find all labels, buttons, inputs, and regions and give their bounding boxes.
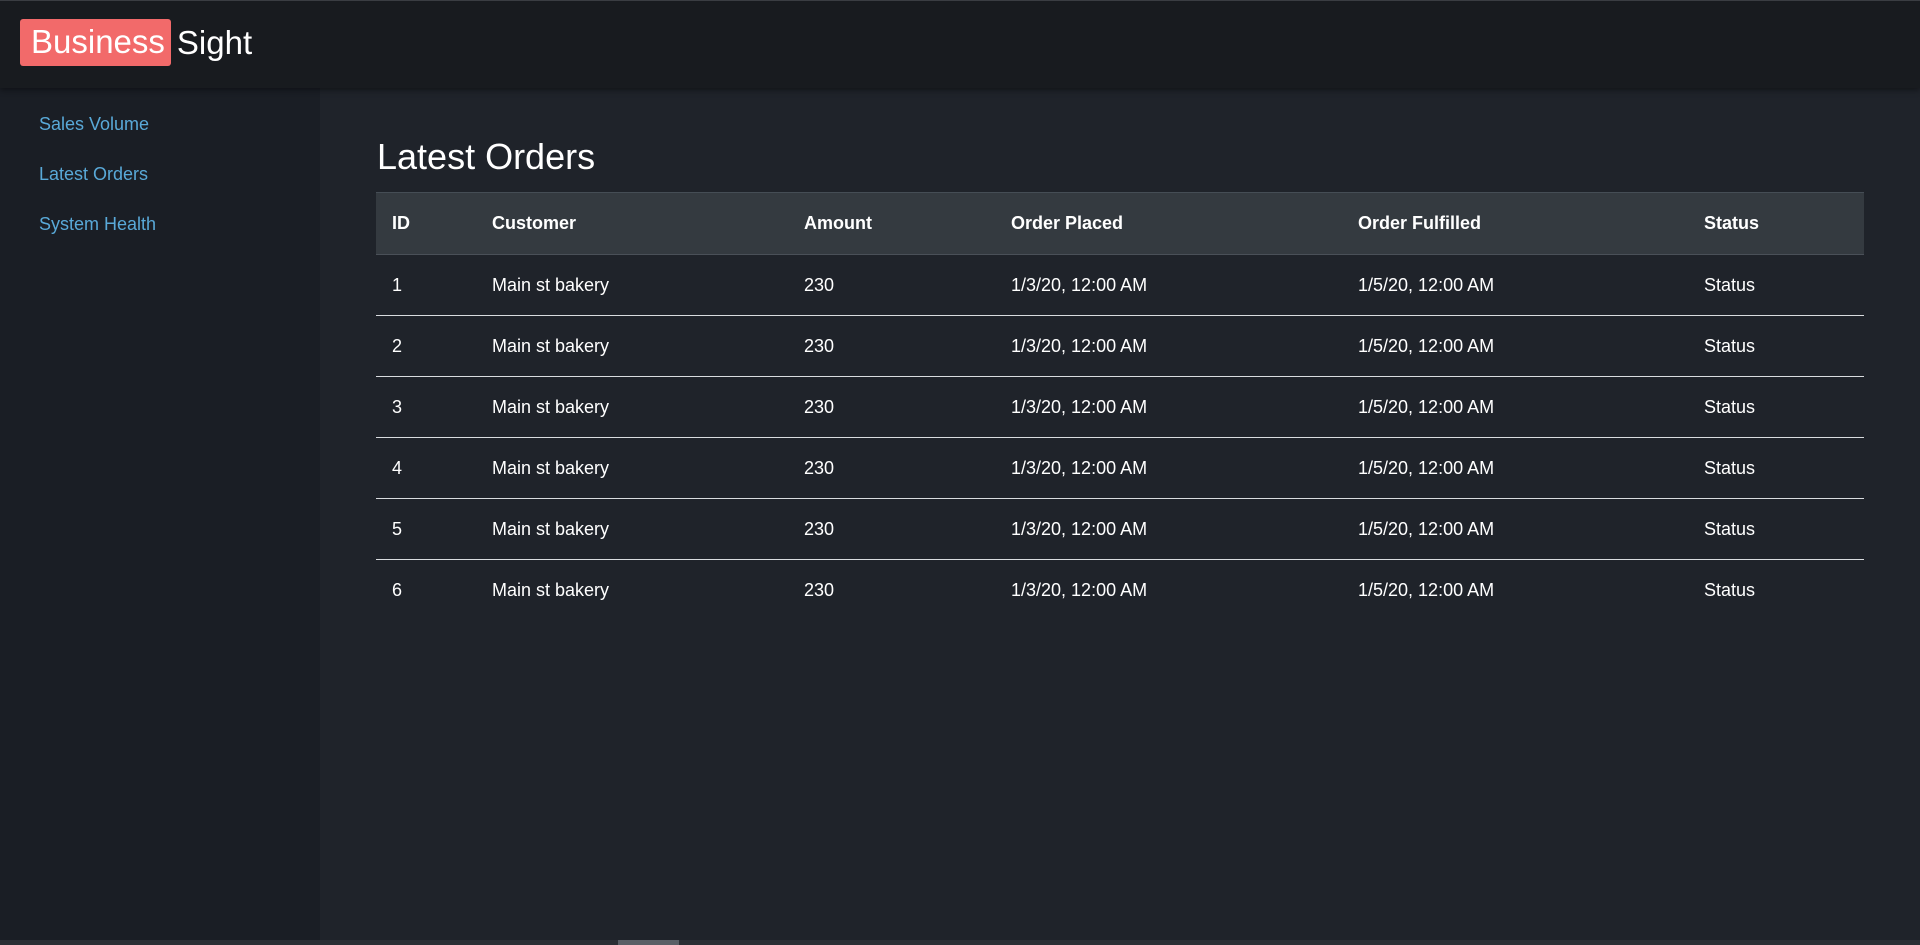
cell-status: Status bbox=[1688, 254, 1864, 316]
cell-order-placed: 1/3/20, 12:00 AM bbox=[995, 437, 1342, 499]
cell-status: Status bbox=[1688, 315, 1864, 377]
sidebar: Sales Volume Latest Orders System Health bbox=[0, 88, 320, 940]
cell-order-fulfilled: 1/5/20, 12:00 AM bbox=[1342, 254, 1688, 316]
cell-id: 1 bbox=[376, 254, 476, 316]
brand-highlight-text: Business bbox=[20, 19, 171, 66]
cell-amount: 230 bbox=[788, 376, 995, 438]
column-header-customer: Customer bbox=[476, 192, 788, 255]
sidebar-item-latest-orders[interactable]: Latest Orders bbox=[39, 164, 148, 185]
top-navbar: Business Sight bbox=[0, 0, 1920, 88]
cell-status: Status bbox=[1688, 376, 1864, 438]
cell-id: 4 bbox=[376, 437, 476, 499]
table-body: 1 Main st bakery 230 1/3/20, 12:00 AM 1/… bbox=[376, 254, 1864, 621]
cell-amount: 230 bbox=[788, 315, 995, 377]
column-header-status: Status bbox=[1688, 192, 1864, 255]
cell-customer: Main st bakery bbox=[476, 498, 788, 560]
cell-id: 3 bbox=[376, 376, 476, 438]
table-row: 4 Main st bakery 230 1/3/20, 12:00 AM 1/… bbox=[376, 437, 1864, 499]
main-content: Latest Orders ID Customer Amount Order P… bbox=[320, 88, 1920, 940]
cell-order-fulfilled: 1/5/20, 12:00 AM bbox=[1342, 376, 1688, 438]
horizontal-scrollbar[interactable] bbox=[0, 940, 1920, 945]
sidebar-item-sales-volume[interactable]: Sales Volume bbox=[39, 114, 149, 135]
cell-amount: 230 bbox=[788, 498, 995, 560]
cell-customer: Main st bakery bbox=[476, 376, 788, 438]
cell-order-placed: 1/3/20, 12:00 AM bbox=[995, 376, 1342, 438]
cell-id: 6 bbox=[392, 579, 403, 600]
cell-amount: 230 bbox=[788, 437, 995, 499]
cell-id: 5 bbox=[376, 498, 476, 560]
cell-order-fulfilled: 1/5/20, 12:00 AM bbox=[1358, 579, 1495, 600]
scrollbar-thumb[interactable] bbox=[618, 940, 679, 945]
column-header-order-placed: Order Placed bbox=[995, 192, 1342, 255]
cell-status: Status bbox=[1688, 437, 1864, 499]
page-title: Latest Orders bbox=[377, 136, 596, 177]
column-header-id: ID bbox=[376, 192, 476, 255]
cell-amount: 230 bbox=[788, 254, 995, 316]
orders-table: ID Customer Amount Order Placed Order Fu… bbox=[376, 192, 1864, 621]
table-header-row: ID Customer Amount Order Placed Order Fu… bbox=[376, 192, 1864, 255]
cell-order-fulfilled: 1/5/20, 12:00 AM bbox=[1342, 315, 1688, 377]
cell-customer: Main st bakery bbox=[492, 579, 610, 600]
table-row: 2 Main st bakery 230 1/3/20, 12:00 AM 1/… bbox=[376, 315, 1864, 377]
brand-logo[interactable]: Business Sight bbox=[20, 19, 252, 66]
table-header: ID Customer Amount Order Placed Order Fu… bbox=[376, 192, 1864, 255]
cell-status: Status bbox=[1704, 579, 1756, 600]
cell-order-placed: 1/3/20, 12:00 AM bbox=[995, 498, 1342, 560]
cell-order-placed: 1/3/20, 12:00 AM bbox=[1011, 579, 1148, 600]
column-header-order-fulfilled: Order Fulfilled bbox=[1342, 192, 1688, 255]
cell-customer: Main st bakery bbox=[476, 437, 788, 499]
cell-order-fulfilled: 1/5/20, 12:00 AM bbox=[1342, 498, 1688, 560]
table-row: 5 Main st bakery 230 1/3/20, 12:00 AM 1/… bbox=[376, 498, 1864, 560]
cell-id: 2 bbox=[376, 315, 476, 377]
cell-amount: 230 bbox=[804, 579, 835, 600]
cell-status: Status bbox=[1688, 498, 1864, 560]
cell-order-fulfilled: 1/5/20, 12:00 AM bbox=[1342, 437, 1688, 499]
cell-customer: Main st bakery bbox=[476, 254, 788, 316]
table-row: 3 Main st bakery 230 1/3/20, 12:00 AM 1/… bbox=[376, 376, 1864, 438]
sidebar-item-system-health[interactable]: System Health bbox=[39, 214, 156, 235]
cell-order-placed: 1/3/20, 12:00 AM bbox=[995, 254, 1342, 316]
cell-order-placed: 1/3/20, 12:00 AM bbox=[995, 315, 1342, 377]
cell-customer: Main st bakery bbox=[476, 315, 788, 377]
table-row: 6 Main st bakery 230 1/3/20, 12:00 AM 1/… bbox=[376, 560, 1864, 621]
column-header-amount: Amount bbox=[788, 192, 995, 255]
brand-rest-text: Sight bbox=[176, 24, 253, 61]
table-row: 1 Main st bakery 230 1/3/20, 12:00 AM 1/… bbox=[376, 254, 1864, 316]
